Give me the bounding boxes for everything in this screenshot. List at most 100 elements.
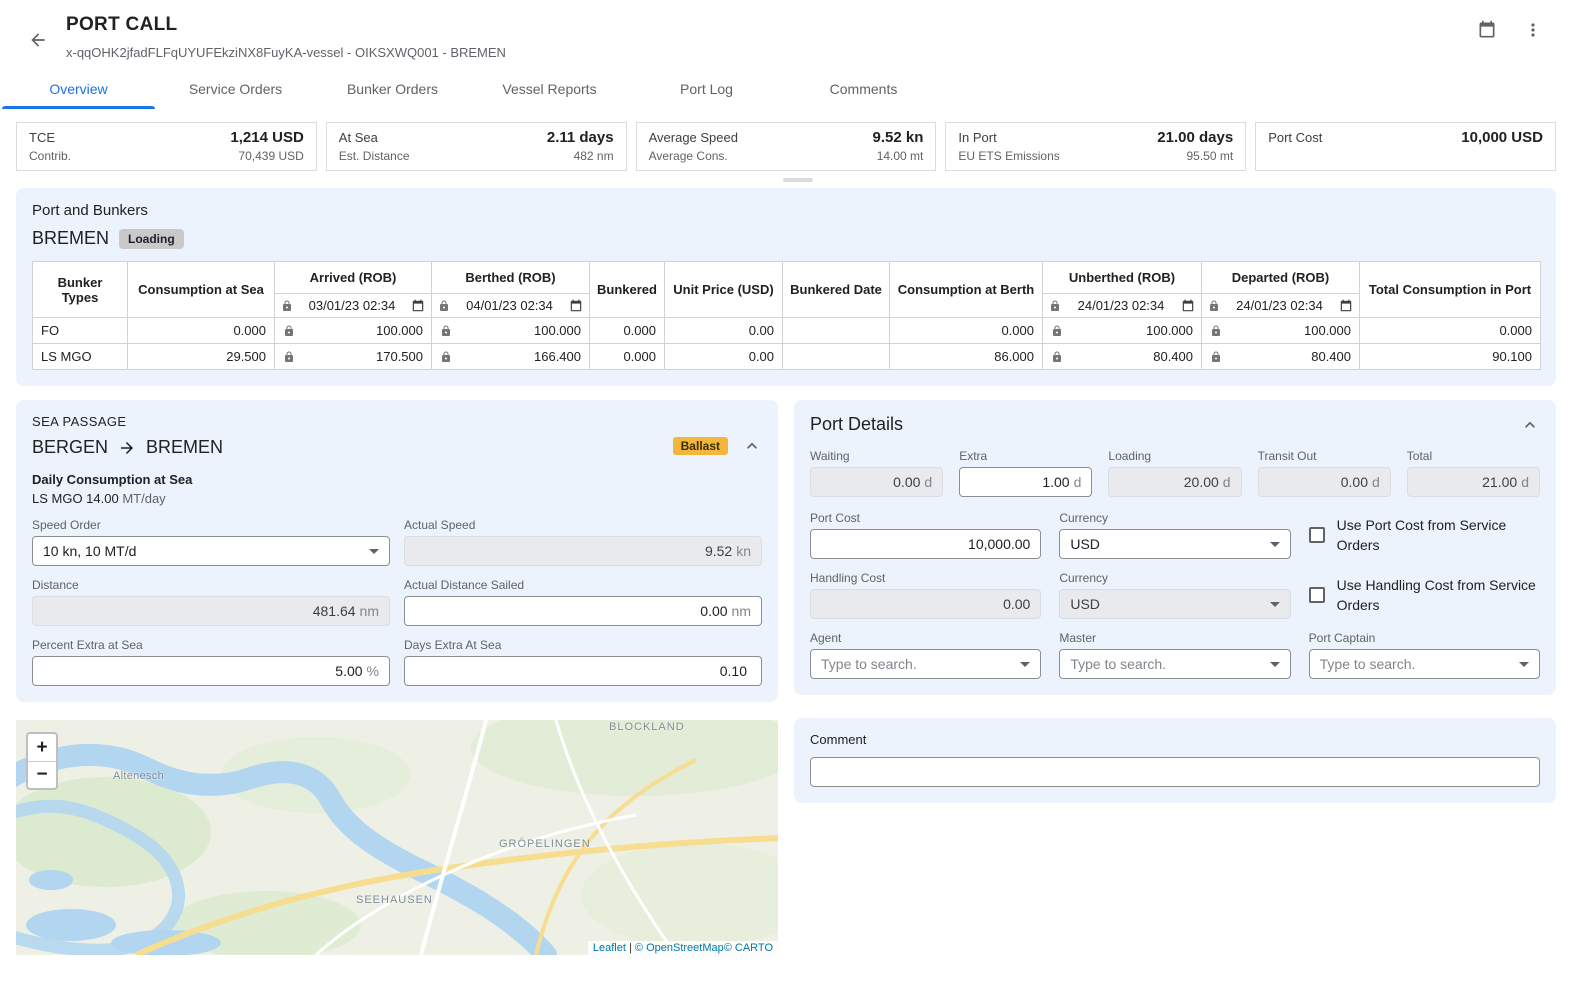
- calendar-icon[interactable]: [411, 299, 425, 313]
- berthed-date-field[interactable]: 04/01/23 02:34: [432, 294, 590, 318]
- stat-card-tce: TCE1,214 USD Contrib.70,439 USD: [16, 122, 317, 171]
- lock-icon[interactable]: [440, 351, 452, 363]
- calendar-icon[interactable]: [1339, 299, 1353, 313]
- col-bunkered-date: Bunkered Date: [783, 262, 890, 318]
- lock-icon[interactable]: [1210, 325, 1222, 337]
- master-label: Master: [1059, 631, 1290, 645]
- stat-label: At Sea: [339, 130, 378, 145]
- berthed-rob-cell[interactable]: 166.400: [432, 344, 590, 370]
- leaflet-link[interactable]: Leaflet: [593, 942, 626, 954]
- lock-icon[interactable]: [283, 351, 295, 363]
- unberthed-rob-cell[interactable]: 80.400: [1043, 344, 1202, 370]
- speed-order-select[interactable]: 10 kn, 10 MT/d: [32, 536, 390, 566]
- unit-price-cell[interactable]: 0.00: [665, 344, 783, 370]
- daily-consumption-label: Daily Consumption at Sea: [32, 472, 762, 487]
- use-handling-cost-option[interactable]: Use Handling Cost from Service Orders: [1309, 575, 1540, 616]
- total-consumption-cell: 0.000: [1360, 318, 1541, 344]
- collapse-sea-passage-button[interactable]: [742, 436, 762, 456]
- back-button[interactable]: [28, 19, 48, 60]
- consumption-at-berth-cell[interactable]: 0.000: [890, 318, 1043, 344]
- departed-rob-cell[interactable]: 100.000: [1202, 318, 1360, 344]
- use-port-cost-option[interactable]: Use Port Cost from Service Orders: [1309, 515, 1540, 556]
- lock-icon[interactable]: [1051, 351, 1063, 363]
- dropdown-caret-icon: [1270, 602, 1280, 607]
- lock-icon[interactable]: [440, 325, 452, 337]
- lock-icon[interactable]: [281, 300, 293, 312]
- route-map[interactable]: BLOCKLAND Altenesch GRÖPELINGEN SEEHAUSE…: [16, 720, 778, 955]
- arrived-rob-cell[interactable]: 100.000: [275, 318, 432, 344]
- tab-overview[interactable]: Overview: [0, 70, 157, 109]
- lock-icon[interactable]: [1051, 325, 1063, 337]
- dropdown-caret-icon: [1270, 542, 1280, 547]
- consumption-at-sea-cell[interactable]: 0.000: [128, 318, 275, 344]
- calendar-button[interactable]: [1477, 20, 1497, 40]
- arrived-date-field[interactable]: 03/01/23 02:34: [275, 294, 432, 318]
- unberthed-date: 24/01/23 02:34: [1078, 298, 1165, 313]
- departed-rob-cell[interactable]: 80.400: [1202, 344, 1360, 370]
- consumption-at-berth-cell[interactable]: 86.000: [890, 344, 1043, 370]
- stat-value: 21.00 days: [1157, 129, 1233, 146]
- agent-search-select[interactable]: Type to search.: [810, 649, 1041, 679]
- col-arrived-rob: Arrived (ROB): [275, 262, 432, 294]
- berthed-rob-cell[interactable]: 100.000: [432, 318, 590, 344]
- bunkered-date-cell[interactable]: [783, 318, 890, 344]
- bunker-type: LS MGO: [33, 344, 128, 370]
- chevron-up-icon: [742, 436, 762, 456]
- tab-vessel-reports[interactable]: Vessel Reports: [471, 70, 628, 109]
- speed-order-label: Speed Order: [32, 518, 390, 532]
- port-cost-input[interactable]: 10,000.00: [810, 529, 1041, 559]
- consumption-at-sea-cell[interactable]: 29.500: [128, 344, 275, 370]
- distance-input: 481.64nm: [32, 596, 390, 626]
- zoom-in-button[interactable]: +: [28, 734, 56, 761]
- calendar-icon[interactable]: [1181, 299, 1195, 313]
- berthed-date: 04/01/23 02:34: [466, 298, 553, 313]
- checkbox-icon[interactable]: [1309, 587, 1325, 603]
- departed-date-field[interactable]: 24/01/23 02:34: [1202, 294, 1360, 318]
- carto-link[interactable]: © CARTO: [724, 942, 773, 954]
- zoom-out-button[interactable]: −: [28, 761, 56, 788]
- lock-icon[interactable]: [1049, 300, 1061, 312]
- tab-service-orders[interactable]: Service Orders: [157, 70, 314, 109]
- stats-collapse-handle[interactable]: [783, 178, 813, 182]
- days-extra-at-sea-label: Days Extra At Sea: [404, 638, 762, 652]
- lock-icon[interactable]: [1210, 351, 1222, 363]
- tab-comments[interactable]: Comments: [785, 70, 942, 109]
- route-origin: BERGEN: [32, 437, 108, 458]
- port-captain-search-select[interactable]: Type to search.: [1309, 649, 1540, 679]
- actual-distance-sailed-input[interactable]: 0.00nm: [404, 596, 762, 626]
- stat-card-port-cost: Port Cost10,000 USD: [1255, 122, 1556, 171]
- transit-out-label: Transit Out: [1258, 449, 1391, 463]
- checkbox-icon[interactable]: [1309, 527, 1325, 543]
- unit-price-cell[interactable]: 0.00: [665, 318, 783, 344]
- arrived-rob-cell[interactable]: 170.500: [275, 344, 432, 370]
- port-details-section: Port Details Waiting 0.00d Extra 1.00d L…: [794, 400, 1556, 695]
- unberthed-rob-cell[interactable]: 100.000: [1043, 318, 1202, 344]
- percent-extra-at-sea-input[interactable]: 5.00%: [32, 656, 390, 686]
- bunkers-table: Bunker Types Consumption at Sea Arrived …: [32, 261, 1541, 370]
- lock-icon[interactable]: [1208, 300, 1220, 312]
- extra-input[interactable]: 1.00d: [959, 467, 1092, 497]
- dropdown-caret-icon: [369, 549, 379, 554]
- bunkered-cell[interactable]: 0.000: [590, 318, 665, 344]
- col-consumption-at-berth: Consumption at Berth: [890, 262, 1043, 318]
- port-captain-label: Port Captain: [1309, 631, 1540, 645]
- more-options-button[interactable]: [1523, 20, 1543, 40]
- col-consumption-at-sea: Consumption at Sea: [128, 262, 275, 318]
- lock-icon[interactable]: [438, 300, 450, 312]
- tab-bar: Overview Service Orders Bunker Orders Ve…: [0, 70, 1595, 109]
- unberthed-date-field[interactable]: 24/01/23 02:34: [1043, 294, 1202, 318]
- openstreetmap-link[interactable]: © OpenStreetMap: [635, 942, 724, 954]
- port-cost-currency-select[interactable]: USD: [1059, 529, 1290, 559]
- daily-consumption-value: LS MGO 14.00: [32, 491, 119, 506]
- bunkered-date-cell[interactable]: [783, 344, 890, 370]
- lock-icon[interactable]: [283, 325, 295, 337]
- comment-input[interactable]: [810, 757, 1540, 787]
- tab-bunker-orders[interactable]: Bunker Orders: [314, 70, 471, 109]
- tab-port-log[interactable]: Port Log: [628, 70, 785, 109]
- dropdown-caret-icon: [1519, 662, 1529, 667]
- days-extra-at-sea-input[interactable]: 0.10: [404, 656, 762, 686]
- master-search-select[interactable]: Type to search.: [1059, 649, 1290, 679]
- calendar-icon[interactable]: [569, 299, 583, 313]
- bunkered-cell[interactable]: 0.000: [590, 344, 665, 370]
- collapse-port-details-button[interactable]: [1520, 415, 1540, 435]
